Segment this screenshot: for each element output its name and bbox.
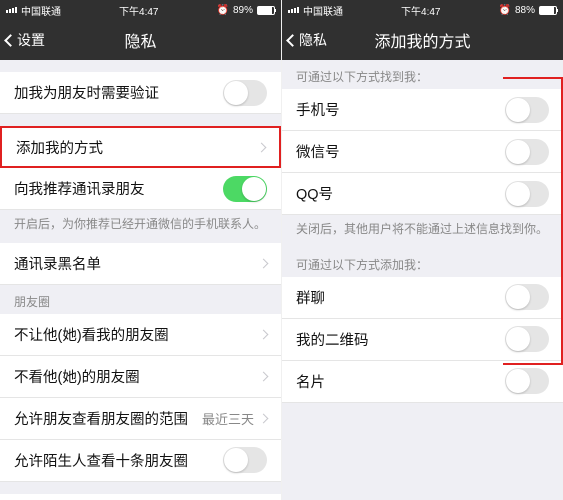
battery-pct: 89% xyxy=(233,5,253,16)
group-header-moments: 朋友圈 xyxy=(0,285,281,314)
switch-qq[interactable] xyxy=(505,181,549,207)
cell-label: 加我为朋友时需要验证 xyxy=(14,82,159,103)
switch-stranger-ten[interactable] xyxy=(223,447,267,473)
cell-add-method[interactable]: 添加我的方式 xyxy=(0,126,281,168)
cell-stranger-ten[interactable]: 允许陌生人查看十条朋友圈 xyxy=(0,440,281,482)
switch-group[interactable] xyxy=(505,284,549,310)
chevron-left-icon xyxy=(4,34,17,47)
clock-label: 下午4:47 xyxy=(401,3,440,18)
cell-group[interactable]: 群聊 xyxy=(282,277,563,319)
phone-left: 中国联通 下午4:47 ⏰ 89% 设置 隐私 加我为朋友时需要验证 添加我的方… xyxy=(0,0,281,500)
cell-blacklist[interactable]: 通讯录黑名单 xyxy=(0,243,281,285)
hint-recommend: 开启后，为你推荐已经开通微信的手机联系人。 xyxy=(0,210,281,243)
back-label: 设置 xyxy=(17,30,45,50)
clock-label: 下午4:47 xyxy=(119,3,158,18)
cell-label: 允许陌生人查看十条朋友圈 xyxy=(14,450,188,471)
cell-label: 微信号 xyxy=(296,141,340,162)
carrier-label: 中国联通 xyxy=(21,3,61,18)
nav-bar: 设置 隐私 xyxy=(0,20,281,60)
cell-label: 手机号 xyxy=(296,99,340,120)
chevron-right-icon xyxy=(259,413,269,423)
content-area: 加我为朋友时需要验证 添加我的方式 向我推荐通讯录朋友 开启后，为你推荐已经开通… xyxy=(0,60,281,500)
cell-phone[interactable]: 手机号 xyxy=(282,89,563,131)
cell-hide-their-moments[interactable]: 不看他(她)的朋友圈 xyxy=(0,356,281,398)
alarm-icon: ⏰ xyxy=(499,5,511,16)
switch-recommend-contacts[interactable] xyxy=(223,176,267,202)
cell-recommend-contacts[interactable]: 向我推荐通讯录朋友 xyxy=(0,168,281,210)
cell-hide-my-moments[interactable]: 不让他(她)看我的朋友圈 xyxy=(0,314,281,356)
battery-icon xyxy=(257,6,275,15)
signal-icon xyxy=(288,7,299,13)
alarm-icon: ⏰ xyxy=(217,5,229,16)
chevron-right-icon xyxy=(257,142,267,152)
switch-phone[interactable] xyxy=(505,97,549,123)
cell-moments-update[interactable]: 朋友圈更新提醒 xyxy=(0,494,281,500)
switch-qrcode[interactable] xyxy=(505,326,549,352)
cell-label: 名片 xyxy=(296,371,325,392)
cell-qrcode[interactable]: 我的二维码 xyxy=(282,319,563,361)
chevron-right-icon xyxy=(259,329,269,339)
cell-label: 通讯录黑名单 xyxy=(14,253,101,274)
battery-pct: 88% xyxy=(515,5,535,16)
chevron-right-icon xyxy=(259,371,269,381)
carrier-label: 中国联通 xyxy=(303,3,343,18)
status-bar: 中国联通 下午4:47 ⏰ 89% xyxy=(0,0,281,20)
cell-label: 向我推荐通讯录朋友 xyxy=(14,178,145,199)
switch-card[interactable] xyxy=(505,368,549,394)
cell-label: 添加我的方式 xyxy=(16,137,103,158)
page-title: 隐私 xyxy=(124,28,156,52)
page-title: 添加我的方式 xyxy=(374,28,470,52)
battery-icon xyxy=(539,6,557,15)
cell-label: 不让他(她)看我的朋友圈 xyxy=(14,324,169,345)
group-header-find: 可通过以下方式找到我： xyxy=(282,60,563,89)
cell-label: 允许朋友查看朋友圈的范围 xyxy=(14,408,188,429)
hint-find: 关闭后，其他用户将不能通过上述信息找到你。 xyxy=(282,215,563,248)
chevron-right-icon xyxy=(259,258,269,268)
cell-moments-range[interactable]: 允许朋友查看朋友圈的范围 最近三天 xyxy=(0,398,281,440)
moments-range-value: 最近三天 xyxy=(202,409,254,428)
cell-label: 我的二维码 xyxy=(296,329,369,350)
back-button[interactable]: 设置 xyxy=(6,20,45,60)
cell-label: 群聊 xyxy=(296,287,325,308)
chevron-left-icon xyxy=(286,34,299,47)
back-button[interactable]: 隐私 xyxy=(288,20,327,60)
cell-label: 不看他(她)的朋友圈 xyxy=(14,366,140,387)
switch-add-verify[interactable] xyxy=(223,80,267,106)
cell-qq[interactable]: QQ号 xyxy=(282,173,563,215)
back-label: 隐私 xyxy=(299,30,327,50)
cell-add-verify[interactable]: 加我为朋友时需要验证 xyxy=(0,72,281,114)
nav-bar: 隐私 添加我的方式 xyxy=(282,20,563,60)
cell-card[interactable]: 名片 xyxy=(282,361,563,403)
status-bar: 中国联通 下午4:47 ⏰ 88% xyxy=(282,0,563,20)
signal-icon xyxy=(6,7,17,13)
cell-wechat-id[interactable]: 微信号 xyxy=(282,131,563,173)
cell-label: QQ号 xyxy=(296,183,333,204)
content-area: 可通过以下方式找到我： 手机号 微信号 QQ号 关闭后，其他用户将不能通过上述信… xyxy=(282,60,563,500)
phone-right: 中国联通 下午4:47 ⏰ 88% 隐私 添加我的方式 可通过以下方式找到我： … xyxy=(282,0,563,500)
group-header-add: 可通过以下方式添加我： xyxy=(282,248,563,277)
switch-wechat-id[interactable] xyxy=(505,139,549,165)
